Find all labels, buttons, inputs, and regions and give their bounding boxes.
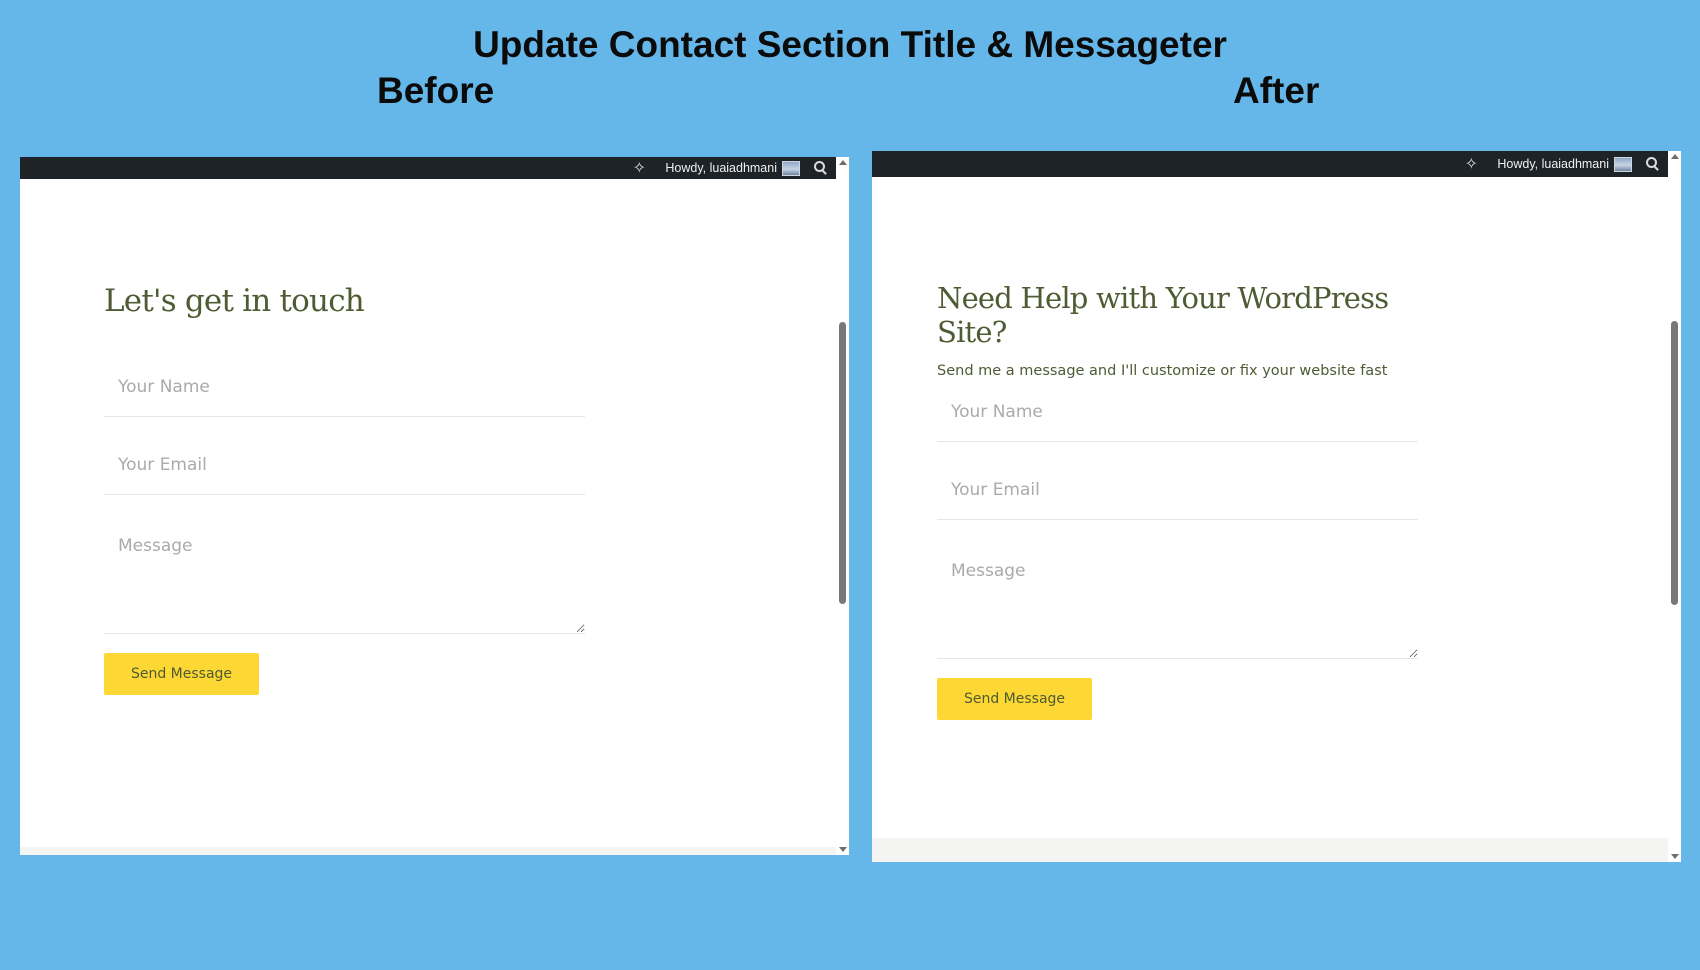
message-textarea[interactable] [104, 514, 585, 634]
scroll-down-icon[interactable] [1671, 854, 1679, 859]
contact-section: Need Help with Your WordPress Site? Send… [937, 281, 1418, 720]
howdy-user-link[interactable]: Howdy, luaiadhmani [665, 161, 777, 175]
scroll-down-icon[interactable] [839, 847, 847, 852]
name-input[interactable] [104, 358, 585, 417]
message-textarea[interactable] [937, 539, 1418, 659]
scrollbar-thumb[interactable] [839, 322, 846, 604]
avatar[interactable] [782, 160, 800, 176]
page-headline: Update Contact Section Title & Messagete… [473, 24, 1227, 65]
contact-section: Let's get in touch Send Message [104, 283, 585, 695]
name-input[interactable] [937, 383, 1418, 442]
scrollbar-thumb[interactable] [1671, 321, 1678, 605]
contact-title: Let's get in touch [104, 283, 365, 319]
howdy-user-link[interactable]: Howdy, luaiadhmani [1497, 157, 1609, 171]
email-input[interactable] [104, 436, 585, 495]
contact-subtitle: Send me a message and I'll customize or … [937, 363, 1388, 379]
scroll-up-icon[interactable] [839, 160, 847, 165]
admin-bar: ✧ Howdy, luaiadhmani [20, 157, 836, 179]
admin-bar: ✧ Howdy, luaiadhmani [872, 151, 1668, 177]
before-label: Before [377, 70, 495, 111]
email-input[interactable] [937, 461, 1418, 520]
after-label: After [1233, 70, 1320, 111]
scroll-up-icon[interactable] [1671, 154, 1679, 159]
send-message-button[interactable]: Send Message [937, 678, 1092, 720]
before-screenshot: ✧ Howdy, luaiadhmani Let's get in touch … [20, 157, 849, 855]
footer-strip [20, 847, 836, 855]
scrollbar[interactable] [1668, 151, 1681, 862]
search-icon[interactable] [1646, 157, 1660, 171]
send-message-button[interactable]: Send Message [104, 653, 259, 695]
contact-title: Need Help with Your WordPress Site? [937, 281, 1389, 349]
avatar[interactable] [1614, 156, 1632, 172]
after-screenshot: ✧ Howdy, luaiadhmani Need Help with Your… [872, 151, 1681, 862]
search-icon[interactable] [814, 161, 828, 175]
footer-strip [872, 838, 1668, 862]
ai-sparkle-icon[interactable]: ✧ [1461, 154, 1481, 174]
ai-sparkle-icon[interactable]: ✧ [629, 158, 649, 178]
scrollbar[interactable] [836, 157, 849, 855]
